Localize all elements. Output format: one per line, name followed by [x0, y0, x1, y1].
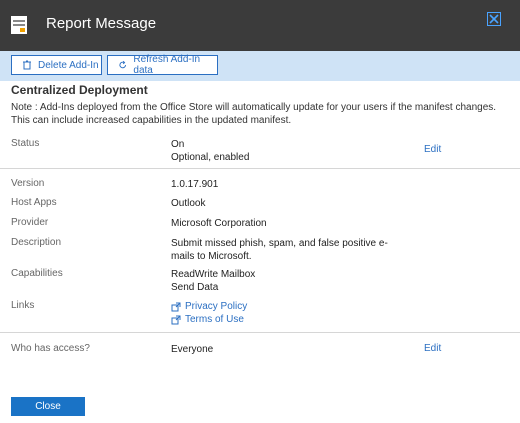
action-toolbar: Delete Add-In Refresh Add-In data — [0, 51, 520, 81]
access-edit-link[interactable]: Edit — [424, 343, 441, 354]
delete-addin-label: Delete Add-In — [38, 59, 99, 71]
description-value: Submit missed phish, spam, and false pos… — [171, 237, 388, 263]
links-list: Privacy Policy Terms of Use — [171, 300, 247, 326]
version-label: Version — [11, 178, 45, 189]
description-line-1: Submit missed phish, spam, and false pos… — [171, 238, 388, 249]
close-icon[interactable] — [487, 12, 501, 26]
status-label: Status — [11, 138, 40, 149]
privacy-policy-text: Privacy Policy — [185, 301, 248, 312]
panel-header: Report Message — [0, 0, 520, 51]
version-value: 1.0.17.901 — [171, 179, 219, 190]
divider — [0, 332, 520, 333]
capability-item: ReadWrite Mailbox — [171, 269, 256, 280]
capability-item: Send Data — [171, 282, 219, 293]
capabilities-value: ReadWrite Mailbox Send Data — [171, 268, 255, 294]
refresh-addin-label: Refresh Add-In data — [133, 54, 201, 76]
provider-value: Microsoft Corporation — [171, 218, 267, 229]
panel-title: Report Message — [46, 15, 157, 32]
privacy-policy-link[interactable]: Privacy Policy — [171, 300, 247, 313]
external-link-icon — [171, 302, 181, 311]
host-apps-value: Outlook — [171, 198, 206, 209]
status-line-2: Optional, enabled — [171, 152, 250, 163]
trash-icon — [23, 60, 31, 70]
status-edit-link[interactable]: Edit — [424, 144, 441, 155]
status-line-1: On — [171, 139, 185, 150]
capabilities-label: Capabilities — [11, 268, 63, 279]
links-label: Links — [11, 300, 35, 311]
section-title: Centralized Deployment — [11, 83, 148, 97]
status-value: On Optional, enabled — [171, 138, 249, 164]
description-label: Description — [11, 237, 62, 248]
description-line-2: mails to Microsoft. — [171, 251, 252, 262]
divider — [0, 168, 520, 169]
addin-icon — [11, 16, 27, 34]
host-apps-label: Host Apps — [11, 197, 57, 208]
refresh-icon — [119, 60, 126, 69]
access-label: Who has access? — [11, 343, 90, 354]
terms-of-use-text: Terms of Use — [185, 314, 244, 325]
external-link-icon — [171, 315, 181, 324]
close-button[interactable]: Close — [11, 397, 85, 416]
refresh-addin-button[interactable]: Refresh Add-In data — [107, 54, 218, 76]
update-note: Note : Add-Ins deployed from the Office … — [11, 102, 497, 126]
terms-of-use-link[interactable]: Terms of Use — [171, 313, 247, 326]
delete-addin-button[interactable]: Delete Add-In — [11, 55, 102, 75]
provider-label: Provider — [11, 217, 49, 228]
access-value: Everyone — [171, 344, 214, 355]
